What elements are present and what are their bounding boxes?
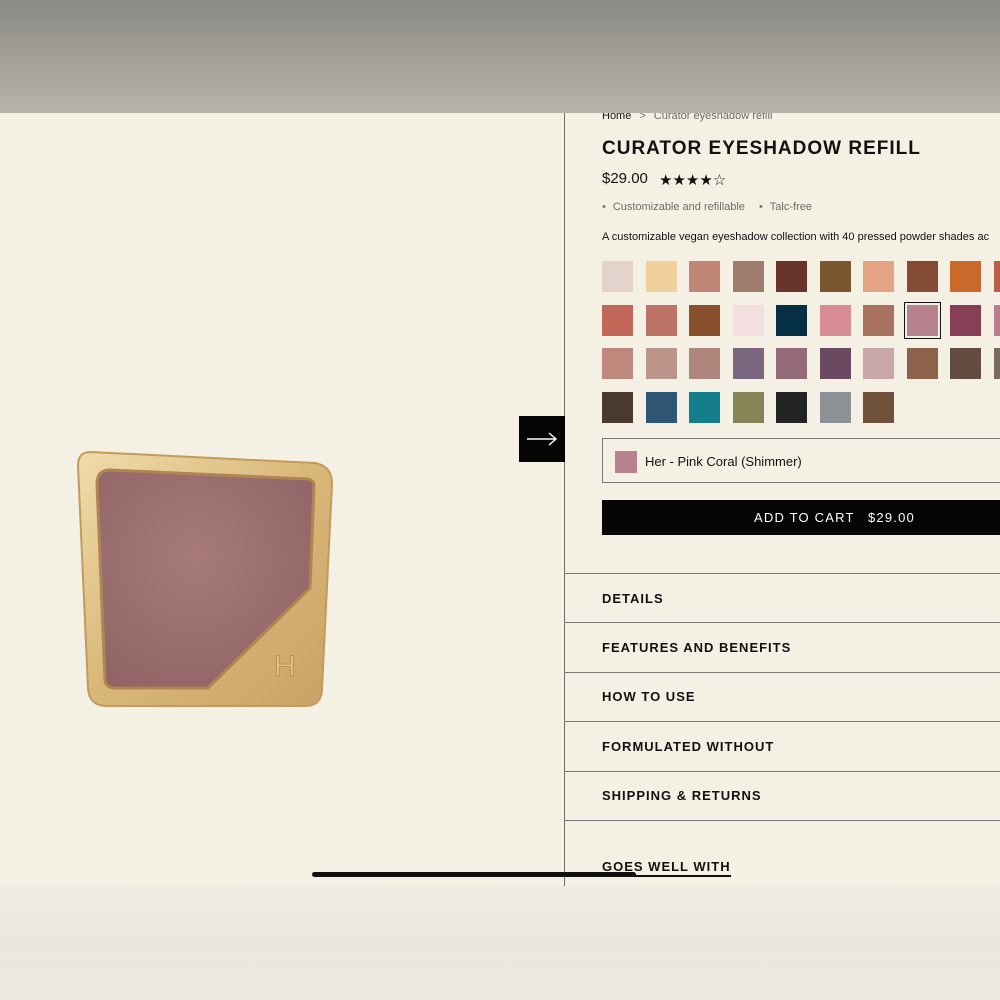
arrow-right-icon xyxy=(527,432,558,446)
page-title: CURATOR EYESHADOW REFILL xyxy=(602,138,921,159)
shade-swatch[interactable] xyxy=(819,304,851,336)
shade-swatch[interactable] xyxy=(732,391,764,423)
shade-select-dropdown[interactable]: Her - Pink Coral (Shimmer) xyxy=(602,438,1000,483)
accordion-features-and-benefits[interactable]: FEATURES AND BENEFITS xyxy=(602,640,791,655)
shade-swatch[interactable] xyxy=(689,348,720,379)
accordion-divider xyxy=(564,721,1000,722)
shade-swatch[interactable] xyxy=(950,261,981,292)
add-to-cart-price: $29.00 xyxy=(868,510,915,525)
shade-swatch[interactable] xyxy=(776,391,807,423)
bottom-blur-overlay xyxy=(0,886,1000,1000)
shade-swatch[interactable] xyxy=(732,348,764,379)
shade-swatch[interactable] xyxy=(819,391,851,423)
shade-swatch[interactable] xyxy=(689,391,720,423)
shade-swatch[interactable] xyxy=(993,261,1000,292)
shade-swatch[interactable] xyxy=(863,391,894,423)
accordion-divider xyxy=(564,573,1000,574)
svg-text:H: H xyxy=(274,650,296,683)
shade-swatch[interactable] xyxy=(602,348,633,379)
accordion-formulated-without[interactable]: FORMULATED WITHOUT xyxy=(602,739,774,754)
shade-swatch[interactable] xyxy=(819,261,851,292)
horizontal-scrollbar[interactable] xyxy=(312,872,636,877)
shade-swatch[interactable] xyxy=(776,261,807,292)
eyeshadow-pan-image: H xyxy=(76,450,334,707)
shade-swatch[interactable] xyxy=(645,261,677,292)
shade-swatch[interactable] xyxy=(993,348,1000,379)
shade-swatch[interactable] xyxy=(863,261,894,292)
shade-swatch[interactable] xyxy=(602,304,633,336)
shade-swatch[interactable] xyxy=(645,304,677,336)
shade-swatch[interactable] xyxy=(732,304,764,336)
shade-swatch[interactable] xyxy=(950,348,981,379)
breadcrumb-home-link[interactable]: Home xyxy=(602,113,631,122)
rating-stars-icon[interactable]: ★★★★☆ xyxy=(659,171,726,189)
shade-swatch[interactable] xyxy=(732,261,764,292)
shade-swatch[interactable] xyxy=(863,304,894,336)
shade-swatch[interactable] xyxy=(689,261,720,292)
accordion-divider xyxy=(564,820,1000,821)
shade-swatch[interactable] xyxy=(819,348,851,379)
shade-swatch[interactable] xyxy=(645,391,677,423)
shade-swatch[interactable] xyxy=(863,348,894,379)
add-to-cart-button[interactable]: ADD TO CART $29.00 xyxy=(602,500,1000,535)
next-image-button[interactable] xyxy=(519,416,565,462)
accordion-divider xyxy=(564,622,1000,623)
product-page: H Home > Curator eyeshadow refill CURATOR … xyxy=(0,113,1000,886)
accordion-details[interactable]: DETAILS xyxy=(602,591,664,606)
chevron-right-icon: > xyxy=(639,113,646,122)
accordion-shipping-returns[interactable]: SHIPPING & RETURNS xyxy=(602,788,762,803)
shade-swatch[interactable] xyxy=(645,348,677,379)
selected-shade-chip xyxy=(615,451,637,473)
accordion-how-to-use[interactable]: HOW TO USE xyxy=(602,689,696,704)
shade-swatch[interactable] xyxy=(602,391,633,423)
shade-swatch[interactable] xyxy=(903,301,941,339)
top-blur-overlay xyxy=(0,0,1000,113)
shade-swatch[interactable] xyxy=(906,261,938,292)
accordion-divider xyxy=(564,771,1000,772)
shade-swatch[interactable] xyxy=(689,304,720,336)
shade-swatch[interactable] xyxy=(776,348,807,379)
breadcrumb-current: Curator eyeshadow refill xyxy=(653,113,773,122)
shade-swatch[interactable] xyxy=(602,261,633,292)
accordion-divider xyxy=(564,672,1000,673)
add-to-cart-label: ADD TO CART xyxy=(754,510,855,525)
selected-shade-label: Her - Pink Coral (Shimmer) xyxy=(645,454,802,469)
product-description: A customizable vegan eyeshadow collectio… xyxy=(602,231,990,243)
feature-list: Customizable and refillable Talc-free xyxy=(602,201,826,213)
product-price: $29.00 xyxy=(602,170,648,187)
shade-swatch[interactable] xyxy=(993,304,1000,336)
shade-swatch[interactable] xyxy=(776,304,807,336)
shade-swatch[interactable] xyxy=(950,304,981,336)
feature-item: Customizable and refillable xyxy=(602,201,745,213)
feature-item: Talc-free xyxy=(759,201,812,213)
shade-swatch[interactable] xyxy=(906,348,938,379)
breadcrumb: Home > Curator eyeshadow refill xyxy=(602,113,772,122)
